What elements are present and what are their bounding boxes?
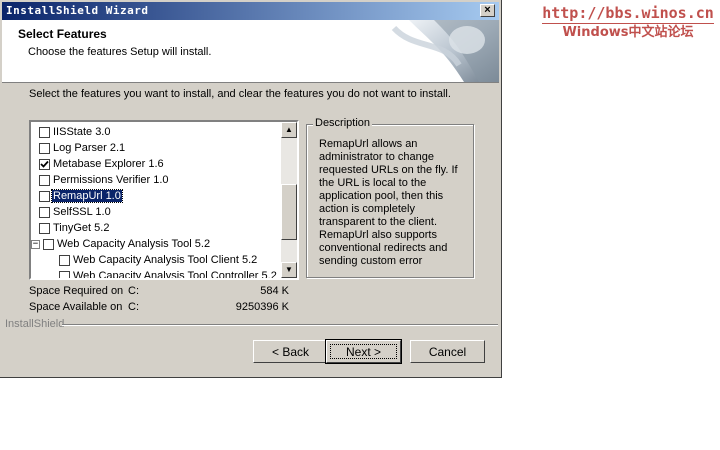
- space-required-drive: C:: [128, 285, 139, 297]
- watermark-url: http://bbs.winos.cn: [542, 4, 714, 22]
- tree-scrollbar[interactable]: ▲ ▼: [281, 122, 297, 278]
- page-subtitle: Choose the features Setup will install.: [28, 46, 212, 58]
- description-legend: Description: [313, 117, 373, 129]
- space-required-label: Space Required on: [29, 285, 124, 297]
- watermark-site-name: Windows中文站论坛: [562, 25, 694, 40]
- feature-checkbox[interactable]: [39, 190, 50, 202]
- feature-label[interactable]: SelfSSL 1.0: [52, 206, 112, 218]
- feature-item[interactable]: IISState 3.0: [39, 124, 111, 140]
- feature-item[interactable]: TinyGet 5.2: [39, 220, 110, 236]
- arrow-down-icon: ▼: [285, 265, 293, 274]
- feature-checkbox[interactable]: [39, 174, 50, 186]
- scroll-down-button[interactable]: ▼: [281, 262, 297, 278]
- feature-label[interactable]: Web Capacity Analysis Tool 5.2: [56, 238, 211, 250]
- title-bar[interactable]: InstallShield Wizard ×: [2, 2, 499, 20]
- feature-label[interactable]: Web Capacity Analysis Tool Controller 5.…: [72, 270, 278, 278]
- feature-item[interactable]: Log Parser 2.1: [39, 140, 126, 156]
- feature-checkbox[interactable]: [39, 158, 50, 170]
- feature-item[interactable]: − Web Capacity Analysis Tool 5.2: [31, 236, 211, 252]
- arrow-up-icon: ▲: [285, 125, 293, 134]
- installshield-brand: InstallShield: [5, 318, 65, 330]
- feature-label[interactable]: Log Parser 2.1: [52, 142, 126, 154]
- feature-item[interactable]: Permissions Verifier 1.0: [39, 172, 170, 188]
- feature-checkbox[interactable]: [39, 206, 50, 218]
- space-required-value: 584 K: [260, 285, 289, 297]
- feature-item[interactable]: Web Capacity Analysis Tool Client 5.2: [59, 252, 258, 268]
- close-icon: ×: [484, 4, 491, 16]
- installshield-banner-graphic: [391, 20, 499, 82]
- checkmark-icon: [40, 160, 49, 168]
- scroll-up-button[interactable]: ▲: [281, 122, 297, 138]
- feature-label[interactable]: Metabase Explorer 1.6: [52, 158, 165, 170]
- feature-label[interactable]: RemapUrl 1.0: [51, 189, 123, 203]
- feature-label[interactable]: Permissions Verifier 1.0: [52, 174, 170, 186]
- feature-item[interactable]: Metabase Explorer 1.6: [39, 156, 165, 172]
- feature-checkbox[interactable]: [59, 254, 70, 266]
- feature-checkbox[interactable]: [39, 142, 50, 154]
- feature-checkbox[interactable]: [39, 222, 50, 234]
- page-title: Select Features: [18, 27, 107, 41]
- feature-item[interactable]: SelfSSL 1.0: [39, 204, 112, 220]
- wizard-header: Select Features Choose the features Setu…: [2, 20, 499, 83]
- feature-label[interactable]: Web Capacity Analysis Tool Client 5.2: [72, 254, 258, 266]
- feature-checkbox[interactable]: [39, 126, 50, 138]
- cancel-button[interactable]: Cancel: [410, 340, 485, 363]
- instructions-text: Select the features you want to install,…: [29, 88, 451, 100]
- feature-label[interactable]: TinyGet 5.2: [52, 222, 110, 234]
- feature-item[interactable]: RemapUrl 1.0: [39, 188, 123, 204]
- next-button[interactable]: Next >: [325, 339, 402, 364]
- feature-checkbox[interactable]: [43, 238, 54, 250]
- installshield-window: InstallShield Wizard × Select Features C…: [0, 0, 502, 378]
- back-button[interactable]: < Back: [253, 340, 328, 363]
- watermark: http://bbs.winos.cn Windows中文站论坛: [538, 4, 718, 42]
- feature-tree[interactable]: Web Capacity Analysis Tool Controller 5.…: [29, 120, 299, 280]
- description-groupbox: Description RemapUrl allows an administr…: [306, 117, 474, 278]
- collapse-icon[interactable]: −: [31, 239, 40, 249]
- space-available-value: 9250396 K: [235, 301, 289, 313]
- window-title: InstallShield Wizard: [6, 4, 149, 17]
- space-available-drive: C:: [128, 301, 139, 313]
- feature-checkbox[interactable]: [59, 270, 70, 278]
- space-available-label: Space Available on: [29, 301, 123, 313]
- scroll-thumb[interactable]: [281, 184, 297, 240]
- close-button[interactable]: ×: [480, 4, 495, 17]
- footer-divider: [62, 324, 498, 326]
- description-text: RemapUrl allows an administrator to chan…: [319, 138, 458, 267]
- feature-item[interactable]: Web Capacity Analysis Tool Controller 5.…: [59, 268, 278, 278]
- feature-label[interactable]: IISState 3.0: [52, 126, 111, 138]
